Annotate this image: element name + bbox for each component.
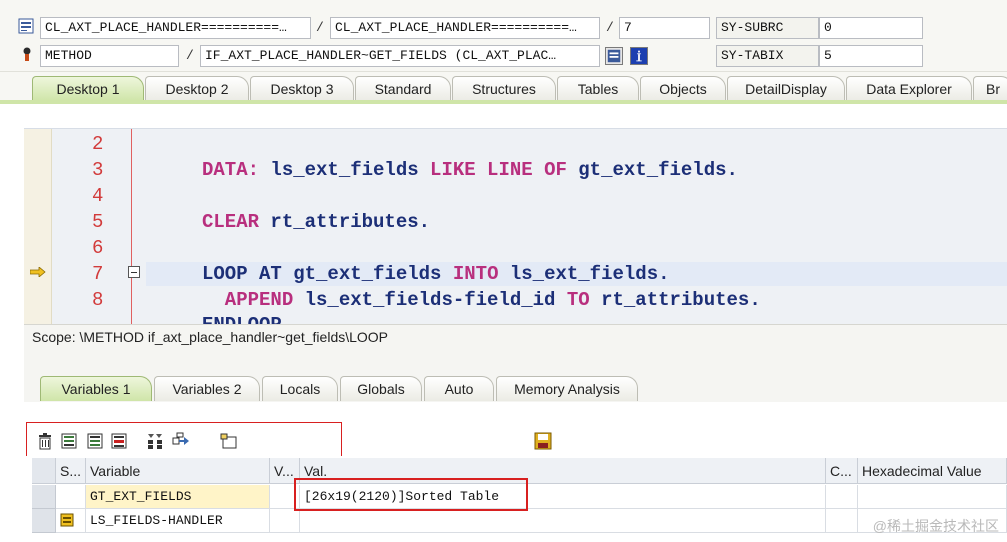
line-number: 6 xyxy=(92,237,104,259)
code-keyword: ENDLOOP. xyxy=(202,314,293,324)
tab-auto[interactable]: Auto xyxy=(424,376,494,401)
separator: / xyxy=(316,20,324,35)
column-header-hex[interactable]: Hexadecimal Value xyxy=(858,458,1007,484)
sy-subrc-label: SY-SUBRC xyxy=(716,17,819,39)
method-icon xyxy=(23,47,31,61)
code-keyword: LIKE LINE OF xyxy=(430,159,567,181)
variables-grid[interactable]: S... Variable V... Val. C... Hexadecimal… xyxy=(24,456,1007,542)
line-number: 8 xyxy=(92,289,104,311)
row-selector[interactable] xyxy=(32,509,56,533)
sy-tabix-label: SY-TABIX xyxy=(716,45,819,67)
code-line[interactable]: ENDLOOP. xyxy=(202,313,293,324)
collapse-block-icon[interactable] xyxy=(128,266,140,278)
info-icon[interactable] xyxy=(630,47,648,65)
code-keyword: TO xyxy=(566,289,590,311)
code-identifier: gt_ext_fields xyxy=(281,263,453,285)
event-type-field[interactable]: METHOD xyxy=(40,45,179,67)
column-header-status[interactable]: S... xyxy=(56,458,86,484)
variable-cell[interactable]: LS_FIELDS-HANDLER xyxy=(86,509,270,533)
remove-row-icon[interactable] xyxy=(110,432,128,450)
code-identifier: ls_ext_fields xyxy=(259,159,431,181)
code-keyword: CLEAR xyxy=(202,211,260,233)
tab-desktop-2[interactable]: Desktop 2 xyxy=(145,76,249,101)
sy-tabix-value[interactable]: 5 xyxy=(819,45,923,67)
tab-detaildisplay[interactable]: DetailDisplay xyxy=(727,76,845,101)
code-line-current[interactable]: LOOP AT gt_ext_fields INTO ls_ext_fields… xyxy=(202,262,670,286)
execution-pointer-icon xyxy=(30,267,46,277)
expand-all-icon[interactable] xyxy=(146,432,164,450)
status-cell xyxy=(56,485,86,509)
code-identifier: rt_attributes. xyxy=(589,289,761,311)
tab-data-explorer[interactable]: Data Explorer xyxy=(846,76,972,101)
separator: / xyxy=(186,48,194,63)
code-identifier: rt_attributes. xyxy=(259,211,431,233)
save-icon[interactable] xyxy=(534,432,552,450)
sy-subrc-value[interactable]: 0 xyxy=(819,17,923,39)
line-number-rule xyxy=(131,129,132,324)
c-cell xyxy=(826,509,858,533)
tab-memory-analysis[interactable]: Memory Analysis xyxy=(496,376,638,401)
scope-path: Scope: \METHOD if_axt_place_handler~get_… xyxy=(24,324,1007,348)
value-highlight-box xyxy=(294,478,528,511)
code-keyword: DATA: xyxy=(202,159,260,181)
variables-toolbar xyxy=(24,402,1007,458)
program-field[interactable]: CL_AXT_PLACE_HANDLER==========… xyxy=(40,17,311,39)
program-icon xyxy=(18,18,34,34)
code-identifier: ls_ext_fields-field_id xyxy=(293,289,567,311)
line-number: 2 xyxy=(92,133,104,155)
display-source-icon[interactable] xyxy=(605,47,623,65)
code-line[interactable]: APPEND ls_ext_fields-field_id TO rt_attr… xyxy=(202,288,761,312)
grid-select-all[interactable] xyxy=(32,458,56,484)
code-line[interactable]: DATA: ls_ext_fields LIKE LINE OF gt_ext_… xyxy=(202,158,738,182)
source-code-panel[interactable]: 2 3 4 5 6 7 8 DATA: ls_ext_fields LIKE L… xyxy=(24,128,1007,324)
structure-icon xyxy=(60,513,74,527)
navigate-icon[interactable] xyxy=(172,432,190,450)
status-cell xyxy=(56,509,86,533)
tab-desktop-3[interactable]: Desktop 3 xyxy=(250,76,354,101)
separator: / xyxy=(606,20,614,35)
line-number: 4 xyxy=(92,185,104,207)
include-field[interactable]: CL_AXT_PLACE_HANDLER==========… xyxy=(330,17,600,39)
tab-globals[interactable]: Globals xyxy=(340,376,422,401)
variables-tab-strip: Variables 1 Variables 2 Locals Globals A… xyxy=(24,370,1007,402)
code-identifier: ls_ext_fields. xyxy=(498,263,670,285)
tag-icon[interactable] xyxy=(220,432,238,450)
tab-variables-2[interactable]: Variables 2 xyxy=(154,376,260,401)
value-cell[interactable] xyxy=(300,509,826,533)
append-row-icon[interactable] xyxy=(86,432,104,450)
tab-underline xyxy=(0,100,1007,104)
delete-icon[interactable] xyxy=(36,432,54,450)
row-selector[interactable] xyxy=(32,485,56,509)
variable-cell[interactable]: GT_EXT_FIELDS xyxy=(86,485,270,509)
line-field[interactable]: 7 xyxy=(619,17,710,39)
line-number: 5 xyxy=(92,211,104,233)
watermark: @稀土掘金技术社区 xyxy=(872,518,999,534)
tab-locals[interactable]: Locals xyxy=(262,376,338,401)
code-identifier: gt_ext_fields. xyxy=(566,159,738,181)
tab-break-watchpoints[interactable]: Br xyxy=(973,76,1007,101)
method-name-field[interactable]: IF_AXT_PLACE_HANDLER~GET_FIELDS (CL_AXT_… xyxy=(200,45,600,67)
tab-desktop-1[interactable]: Desktop 1 xyxy=(32,76,144,101)
column-header-c[interactable]: C... xyxy=(826,458,858,484)
code-keyword: LOOP AT xyxy=(202,263,282,285)
c-cell xyxy=(826,485,858,509)
tab-tables[interactable]: Tables xyxy=(557,76,639,101)
v-cell xyxy=(270,509,300,533)
tab-structures[interactable]: Structures xyxy=(452,76,556,101)
code-keyword: INTO xyxy=(452,263,499,285)
insert-row-icon[interactable] xyxy=(60,432,78,450)
breakpoint-gutter[interactable] xyxy=(24,129,52,324)
line-number: 7 xyxy=(92,263,104,285)
line-number: 3 xyxy=(92,159,104,181)
code-line[interactable]: CLEAR rt_attributes. xyxy=(202,210,430,234)
tab-objects[interactable]: Objects xyxy=(640,76,726,101)
code-keyword: APPEND xyxy=(202,289,294,311)
hex-cell xyxy=(858,485,1007,509)
tab-standard[interactable]: Standard xyxy=(355,76,451,101)
column-header-variable[interactable]: Variable xyxy=(86,458,270,484)
spacer xyxy=(24,348,1007,370)
tab-variables-1[interactable]: Variables 1 xyxy=(40,376,152,401)
debugger-info-bar: CL_AXT_PLACE_HANDLER==========… / CL_AXT… xyxy=(0,0,1007,72)
